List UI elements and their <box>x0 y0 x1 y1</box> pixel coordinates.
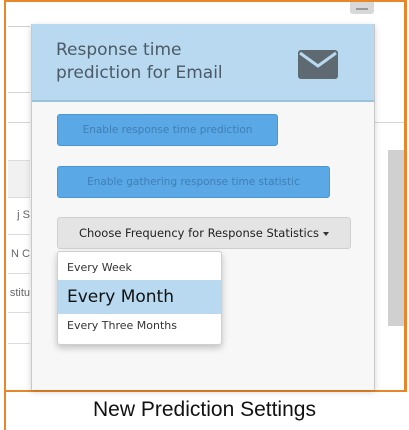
frame-border <box>4 0 407 2</box>
menu-item-label: Every Three Months <box>67 319 177 332</box>
divider <box>374 122 404 123</box>
frequency-dropdown-label: Choose Frequency for Response Statistics <box>78 226 320 240</box>
frame-border <box>404 0 407 392</box>
popup-header: Response time prediction for Email <box>32 24 374 102</box>
table-row <box>8 313 30 344</box>
table-row: j S <box>8 196 30 235</box>
caret-down-icon <box>323 231 330 236</box>
enable-gathering-button[interactable]: Enable gathering response time statistic <box>57 166 330 198</box>
menu-item-label: Every Month <box>67 287 174 307</box>
divider <box>8 26 30 27</box>
menu-item-every-three-months[interactable]: Every Three Months <box>58 315 221 337</box>
table-row: N C <box>8 235 30 274</box>
menu-item-label: Every Week <box>67 261 132 274</box>
menu-item-every-week[interactable]: Every Week <box>58 257 221 279</box>
scrollbar[interactable] <box>388 150 404 326</box>
collapse-tab[interactable] <box>350 2 374 14</box>
figure-caption: New Prediction Settings <box>93 398 316 421</box>
table-header <box>8 160 30 198</box>
menu-item-every-month[interactable]: Every Month <box>58 280 221 314</box>
frequency-dropdown[interactable]: Choose Frequency for Response Statistics <box>57 217 351 249</box>
prediction-settings-popup: Response time prediction for Email Enabl… <box>31 24 375 390</box>
table-row: stitu <box>8 274 30 313</box>
frame-border <box>4 390 407 392</box>
screenshot-stage: j S N C stitu Response time prediction f… <box>0 0 409 430</box>
popup-title: Response time prediction for Email <box>56 40 223 83</box>
divider <box>8 122 30 123</box>
frequency-menu: Every Week Every Month Every Three Month… <box>57 251 222 345</box>
divider <box>8 92 30 93</box>
enable-prediction-button[interactable]: Enable response time prediction <box>57 114 278 146</box>
envelope-icon <box>298 50 338 79</box>
frame-border <box>4 0 6 430</box>
